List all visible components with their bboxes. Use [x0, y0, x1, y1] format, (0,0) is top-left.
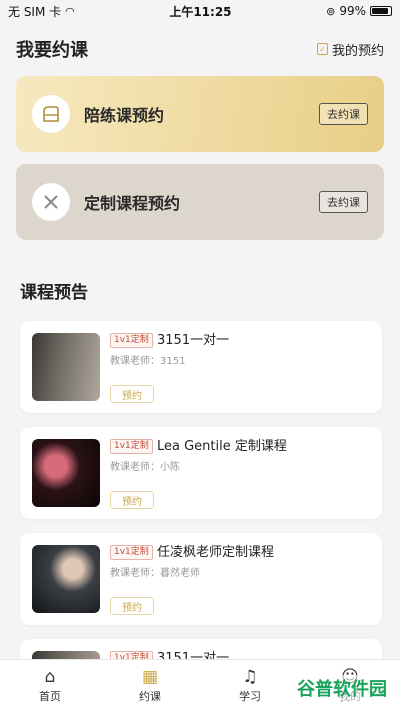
course-teacher: 教课老师：小陈 [110, 462, 180, 473]
carrier-text: 无 SIM 卡 [8, 4, 62, 19]
clock-text: 上午11:25 [169, 4, 232, 19]
course-list: 1v1定制 3151一对一 教课老师：3151 预约 1v1定制 Lea Gen… [0, 321, 400, 711]
reserve-button[interactable]: 预约 [110, 491, 154, 509]
course-card[interactable]: 1v1定制 3151一对一 教课老师：3151 预约 [20, 321, 382, 413]
course-card[interactable]: 1v1定制 Lea Gentile 定制课程 教课老师：小陈 预约 [20, 427, 382, 519]
course-thumbnail [32, 439, 100, 507]
custom-course-booking-label: 定制课程预约 [84, 194, 181, 213]
watermark-logo: 谷普软件园 [294, 675, 390, 701]
course-name: Lea Gentile 定制课程 [157, 439, 287, 454]
music-note-icon: ♫ [242, 667, 258, 687]
calendar-icon: ▦ [141, 667, 159, 687]
tab-study-label: 学习 [239, 690, 261, 703]
battery-text: 99% [339, 4, 366, 18]
practice-booking-label: 陪练课预约 [84, 106, 165, 125]
status-bar: 无 SIM 卡 ◠ 上午11:25 ⊚ 99% [0, 0, 400, 22]
home-icon: ⌂ [44, 667, 56, 687]
tab-home-label: 首页 [39, 690, 61, 703]
section-title: 课程预告 [20, 283, 88, 303]
tab-study[interactable]: ♫ 学习 [200, 660, 300, 711]
course-name: 3151一对一 [157, 333, 230, 348]
piano-icon [32, 95, 70, 133]
course-tag: 1v1定制 [110, 439, 153, 454]
my-reservation-link[interactable]: ✓ 我的预约 [316, 40, 384, 59]
custom-course-booking-button[interactable]: 去约课 [319, 191, 368, 213]
course-card[interactable]: 1v1定制 任凌枫老师定制课程 教课老师：暮然老师 预约 [20, 533, 382, 625]
page-header: 我要约课 ✓ 我的预约 [0, 22, 400, 62]
reserve-button[interactable]: 预约 [110, 597, 154, 615]
tools-icon [32, 183, 70, 221]
practice-booking-button[interactable]: 去约课 [319, 103, 368, 125]
course-tag: 1v1定制 [110, 333, 153, 348]
orientation-lock-icon: ⊚ [326, 4, 336, 18]
checklist-icon: ✓ [316, 43, 328, 55]
course-name: 任凌枫老师定制课程 [157, 545, 275, 560]
course-thumbnail [32, 333, 100, 401]
course-teacher: 教课老师：暮然老师 [110, 568, 200, 579]
course-tag: 1v1定制 [110, 545, 153, 560]
custom-course-booking-card[interactable]: 定制课程预约 去约课 [16, 164, 384, 240]
course-teacher: 教课老师：3151 [110, 356, 186, 367]
course-thumbnail [32, 545, 100, 613]
reserve-button[interactable]: 预约 [110, 385, 154, 403]
tab-booking[interactable]: ▦ 约课 [100, 660, 200, 711]
practice-booking-card[interactable]: 陪练课预约 去约课 [16, 76, 384, 152]
battery-icon [370, 6, 392, 16]
page-title: 我要约课 [16, 40, 88, 61]
wifi-icon: ◠ [65, 4, 75, 18]
tab-home[interactable]: ⌂ 首页 [0, 660, 100, 711]
tab-booking-label: 约课 [139, 690, 161, 703]
my-reservation-label: 我的预约 [331, 43, 384, 59]
